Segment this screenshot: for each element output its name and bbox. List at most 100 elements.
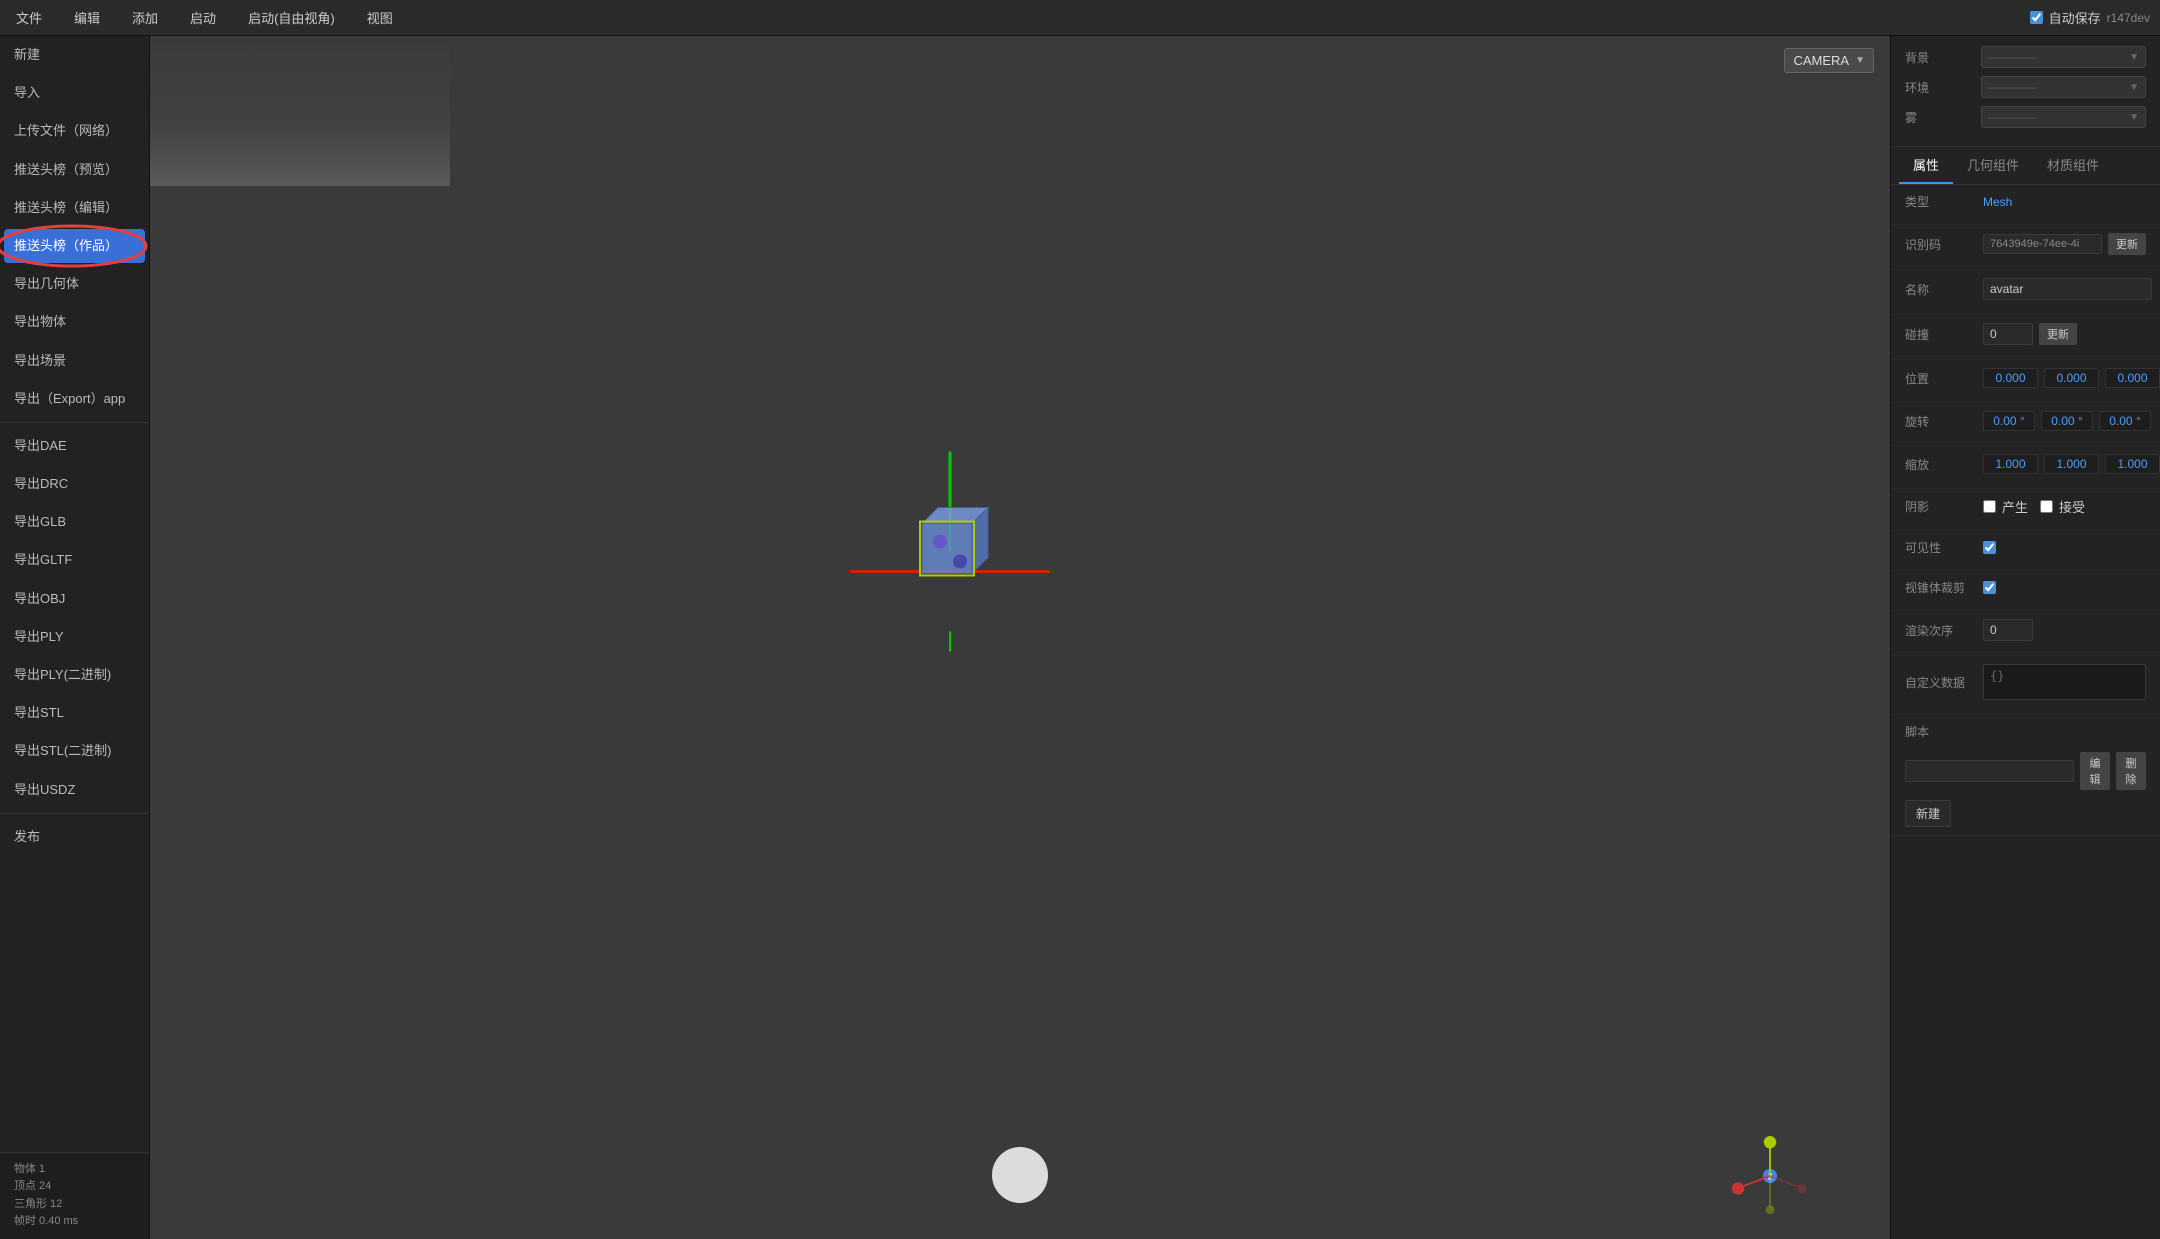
menu-edit[interactable]: 编辑 bbox=[68, 4, 106, 31]
chevron-down-icon: ▼ bbox=[2129, 52, 2139, 63]
sidebar-item-publish[interactable]: 发布 bbox=[0, 818, 149, 856]
rot-y-input[interactable] bbox=[2041, 411, 2093, 431]
name-row: 名称 bbox=[1905, 278, 2146, 300]
sidebar-item-export-stl[interactable]: 导出STL bbox=[0, 694, 149, 732]
shadow-receive-row: 接受 bbox=[2040, 497, 2085, 516]
sidebar-item-export-dae[interactable]: 导出DAE bbox=[0, 427, 149, 465]
sidebar-item-push-work[interactable]: 推送头榜（作品） bbox=[4, 229, 145, 263]
camera-dropdown[interactable]: CAMERA ▼ bbox=[1784, 48, 1874, 73]
type-value: Mesh bbox=[1983, 195, 2012, 209]
sidebar-item-export-geo[interactable]: 导出几何体 bbox=[0, 265, 149, 303]
name-label: 名称 bbox=[1905, 281, 1977, 298]
id-section: 识别码 7643949e-74ee-4i 更新 bbox=[1891, 225, 2160, 270]
sidebar-item-export-scene[interactable]: 导出场景 bbox=[0, 342, 149, 380]
collision-section: 碰撞 更新 bbox=[1891, 315, 2160, 360]
collision-update-btn[interactable]: 更新 bbox=[2039, 323, 2077, 345]
chevron-down-icon3: ▼ bbox=[2129, 112, 2139, 123]
frustum-checkbox[interactable] bbox=[1983, 581, 1996, 594]
scale-z-input[interactable] bbox=[2105, 454, 2160, 474]
sidebar-item-export-ply[interactable]: 导出PLY bbox=[0, 618, 149, 656]
status-bar: 物体 1 顶点 24 三角形 12 帧时 0.40 ms bbox=[0, 1152, 149, 1239]
pos-x-input[interactable] bbox=[1983, 368, 2038, 388]
frustum-section: 视锥体裁剪 bbox=[1891, 571, 2160, 611]
sidebar-item-export-drc[interactable]: 导出DRC bbox=[0, 465, 149, 503]
rotation-section: 旋转 bbox=[1891, 403, 2160, 446]
scene-object[interactable] bbox=[850, 452, 1050, 655]
pos-z-input[interactable] bbox=[2105, 368, 2160, 388]
sidebar-item-export-obj2[interactable]: 导出OBJ bbox=[0, 580, 149, 618]
status-frames: 帧时 0.40 ms bbox=[14, 1213, 135, 1231]
script-label: 脚本 bbox=[1905, 723, 1977, 740]
tab-material[interactable]: 材质组件 bbox=[2033, 147, 2113, 184]
sidebar-item-export-gltf[interactable]: 导出GLTF bbox=[0, 541, 149, 579]
environment-select[interactable]: ———— ▼ bbox=[1981, 76, 2146, 98]
visibility-checkbox[interactable] bbox=[1983, 541, 1996, 554]
script-section: 脚本 编辑 删除 新建 bbox=[1891, 715, 2160, 836]
id-field[interactable]: 7643949e-74ee-4i bbox=[1983, 234, 2102, 254]
sidebar-item-export-app[interactable]: 导出（Export）app bbox=[0, 380, 149, 418]
sidebar-item-export-obj[interactable]: 导出物体 bbox=[0, 303, 149, 341]
shadow-receive-checkbox[interactable] bbox=[2040, 500, 2053, 513]
background-select[interactable]: ———— ▼ bbox=[1981, 46, 2146, 68]
visibility-section: 可见性 bbox=[1891, 531, 2160, 571]
environment-row: 环境 ———— ▼ bbox=[1905, 76, 2146, 98]
menu-add[interactable]: 添加 bbox=[126, 4, 164, 31]
axis-gizmo: Z bbox=[1730, 1136, 1810, 1216]
shadow-row: 阴影 产生 接受 bbox=[1905, 497, 2146, 516]
sidebar-item-upload[interactable]: 上传文件（网络） bbox=[0, 112, 149, 150]
pos-y-input[interactable] bbox=[2044, 368, 2099, 388]
frustum-row: 视锥体裁剪 bbox=[1905, 579, 2146, 596]
shadow-cast-checkbox[interactable] bbox=[1983, 500, 1996, 513]
collision-label: 碰撞 bbox=[1905, 326, 1977, 343]
custom-data-section: 自定义数据 {} bbox=[1891, 656, 2160, 715]
sidebar-item-export-usdz[interactable]: 导出USDZ bbox=[0, 771, 149, 809]
tab-properties[interactable]: 属性 bbox=[1899, 147, 1953, 184]
name-input[interactable] bbox=[1983, 278, 2152, 300]
scale-label: 缩放 bbox=[1905, 456, 1977, 473]
sidebar-item-export-glb[interactable]: 导出GLB bbox=[0, 503, 149, 541]
sidebar-item-export-ply-bin[interactable]: 导出PLY(二进制) bbox=[0, 656, 149, 694]
fog-select[interactable]: ———— ▼ bbox=[1981, 106, 2146, 128]
script-delete-btn[interactable]: 删除 bbox=[2116, 752, 2146, 790]
type-section: 类型 Mesh bbox=[1891, 185, 2160, 225]
fog-value: ———— bbox=[1988, 110, 2036, 124]
menu-start-free[interactable]: 启动(自由视角) bbox=[242, 4, 341, 31]
shadow-section: 阴影 产生 接受 bbox=[1891, 489, 2160, 531]
script-input[interactable] bbox=[1905, 760, 2074, 782]
autosave-checkbox[interactable] bbox=[2030, 11, 2043, 24]
custom-data-row: 自定义数据 {} bbox=[1905, 664, 2146, 700]
render-order-label: 渲染次序 bbox=[1905, 622, 1977, 639]
grid bbox=[150, 36, 450, 186]
custom-data-textarea[interactable]: {} bbox=[1983, 664, 2146, 700]
custom-data-label: 自定义数据 bbox=[1905, 674, 1977, 691]
menubar: 文件 编辑 添加 启动 启动(自由视角) 视图 自动保存 r147dev bbox=[0, 0, 2160, 36]
chevron-down-icon2: ▼ bbox=[2129, 82, 2139, 93]
main-layout: 新建 导入 上传文件（网络） 推送头榜（预览） 推送头榜（编辑） 推送头榜（作品… bbox=[0, 36, 2160, 1239]
collision-input[interactable] bbox=[1983, 323, 2033, 345]
id-update-btn[interactable]: 更新 bbox=[2108, 233, 2146, 255]
menu-start[interactable]: 启动 bbox=[184, 4, 222, 31]
frustum-label: 视锥体裁剪 bbox=[1905, 579, 1977, 596]
scale-x-input[interactable] bbox=[1983, 454, 2038, 474]
sidebar-item-new[interactable]: 新建 bbox=[0, 36, 149, 74]
script-edit-btn[interactable]: 编辑 bbox=[2080, 752, 2110, 790]
menu-view[interactable]: 视图 bbox=[361, 4, 399, 31]
viewport[interactable]: CAMERA ▼ bbox=[150, 36, 1890, 1239]
tab-geometry[interactable]: 几何组件 bbox=[1953, 147, 2033, 184]
scale-row: 缩放 bbox=[1905, 454, 2146, 474]
rotation-row: 旋转 bbox=[1905, 411, 2146, 431]
sidebar-item-push-edit[interactable]: 推送头榜（编辑） bbox=[0, 189, 149, 227]
rot-z-input[interactable] bbox=[2099, 411, 2151, 431]
scale-y-input[interactable] bbox=[2044, 454, 2099, 474]
id-label: 识别码 bbox=[1905, 236, 1977, 253]
type-label: 类型 bbox=[1905, 193, 1977, 210]
render-order-input[interactable] bbox=[1983, 619, 2033, 641]
bottom-circle bbox=[992, 1147, 1048, 1203]
script-new-btn[interactable]: 新建 bbox=[1905, 800, 1951, 827]
position-label: 位置 bbox=[1905, 370, 1977, 387]
rot-x-input[interactable] bbox=[1983, 411, 2035, 431]
menu-file[interactable]: 文件 bbox=[10, 4, 48, 31]
sidebar-item-export-stl-bin[interactable]: 导出STL(二进制) bbox=[0, 732, 149, 770]
sidebar-item-push-preview[interactable]: 推送头榜（预览） bbox=[0, 151, 149, 189]
sidebar-item-import[interactable]: 导入 bbox=[0, 74, 149, 112]
